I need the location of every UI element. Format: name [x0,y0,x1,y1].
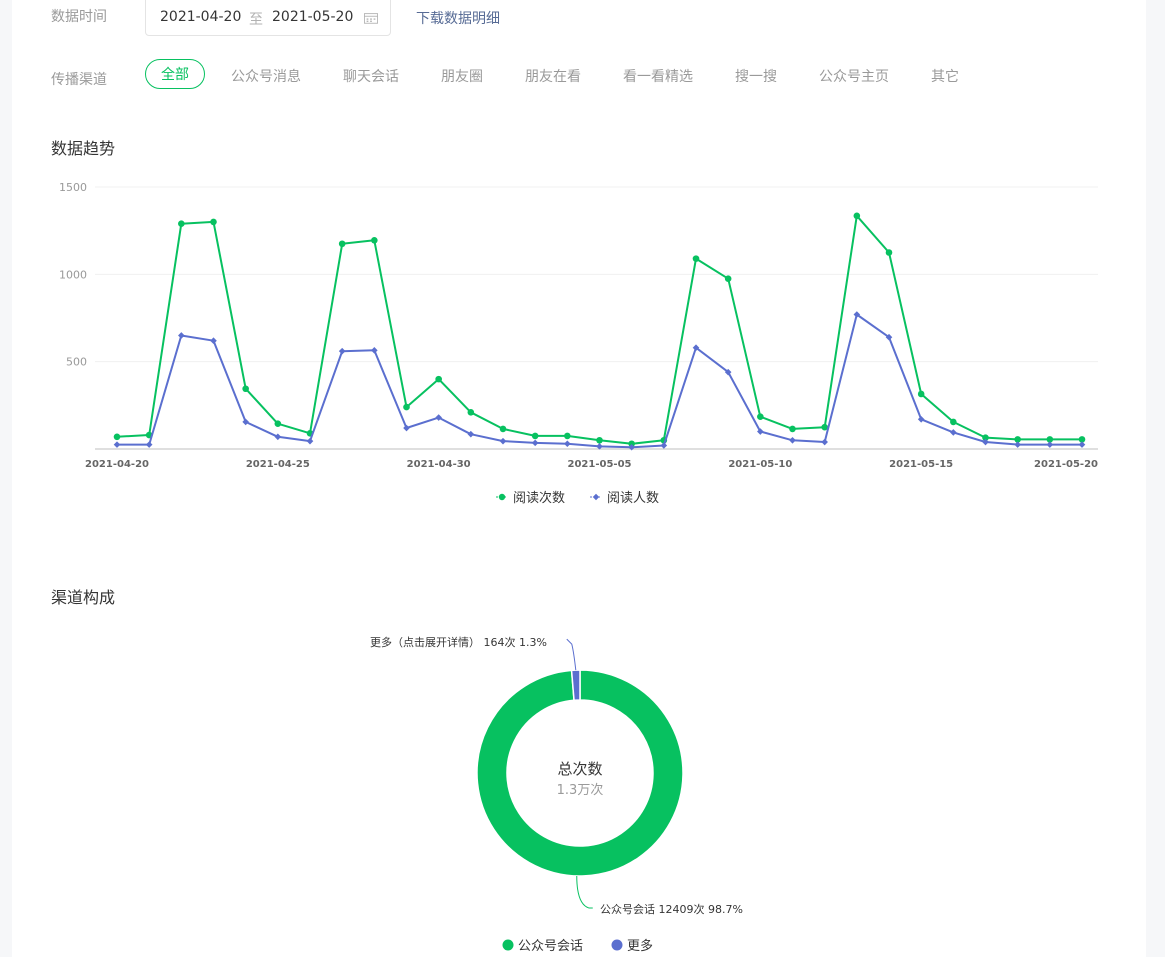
data-point [435,375,442,383]
data-point [113,441,121,448]
data-point [403,424,410,432]
data-point [242,385,249,393]
x-tick-label: 2021-05-05 [568,459,632,470]
x-tick-label: 2021-04-25 [246,459,310,470]
data-point [274,433,282,441]
legend-dot-more [611,939,623,951]
data-point [1014,441,1021,448]
data-point [821,438,828,446]
data-point [789,425,796,433]
data-point [853,212,861,220]
data-point [338,347,346,355]
data-point [145,441,153,448]
data-point [596,436,603,444]
data-point [242,418,249,426]
donut-label-more: 更多（点击展开详情） 164次 1.3% [370,635,547,649]
legend-label-readers: 阅读人数 [607,491,659,506]
x-tick-label: 2021-05-10 [728,459,792,470]
data-point [950,429,957,436]
data-point [917,390,925,398]
data-point [917,416,925,423]
data-point [178,220,185,227]
leader-line-more [566,638,577,671]
series-line-reads [116,214,1082,445]
data-point [338,240,346,248]
data-point [531,432,539,440]
data-point [467,430,475,438]
data-point [564,432,571,440]
data-point [306,437,314,445]
data-point [499,425,507,433]
data-point [467,409,475,416]
data-point [499,437,507,445]
y-tick-label: 1500 [59,181,87,194]
donut-label-main: 公众号会话 12409次 98.7% [600,902,743,916]
leader-line-main [576,875,593,909]
legend-label-reads: 阅读次数 [513,490,565,506]
data-point [757,413,764,420]
data-point [531,439,539,447]
data-point [403,403,410,411]
x-tick-label: 2021-05-20 [1034,459,1098,470]
donut-center-value: 1.3万次 [557,782,604,798]
series-line-readers [117,313,1082,449]
x-tick-label: 2021-05-15 [889,459,953,470]
data-point [724,275,732,283]
legend-marker-reads [498,493,506,501]
data-point [789,436,796,444]
legend-marker-readers [592,493,600,501]
legend-label-more: 更多 [627,938,653,954]
data-point [178,332,185,339]
y-tick-label: 1000 [59,268,87,281]
data-point [1046,441,1054,448]
charts-canvas: 500 1000 1500 2021-04-20 2021-04-25 2021-04-3… [59,181,1098,954]
data-point [660,442,668,449]
data-point [371,236,378,244]
legend-label-official-chat: 公众号会话 [518,939,583,954]
data-point [950,418,957,426]
data-point [274,420,282,427]
donut-center-title: 总次数 [557,760,602,778]
data-point [210,218,217,226]
x-tick-label: 2021-04-20 [85,459,149,470]
data-point [1078,441,1086,448]
data-point [885,249,893,256]
x-tick-label: 2021-04-30 [407,459,471,470]
data-point [564,440,571,448]
data-point [210,337,217,345]
legend-dot-official-chat [502,939,514,951]
y-tick-label: 500 [66,356,87,369]
data-point [113,433,121,441]
data-point [692,255,700,262]
data-point [371,347,378,354]
